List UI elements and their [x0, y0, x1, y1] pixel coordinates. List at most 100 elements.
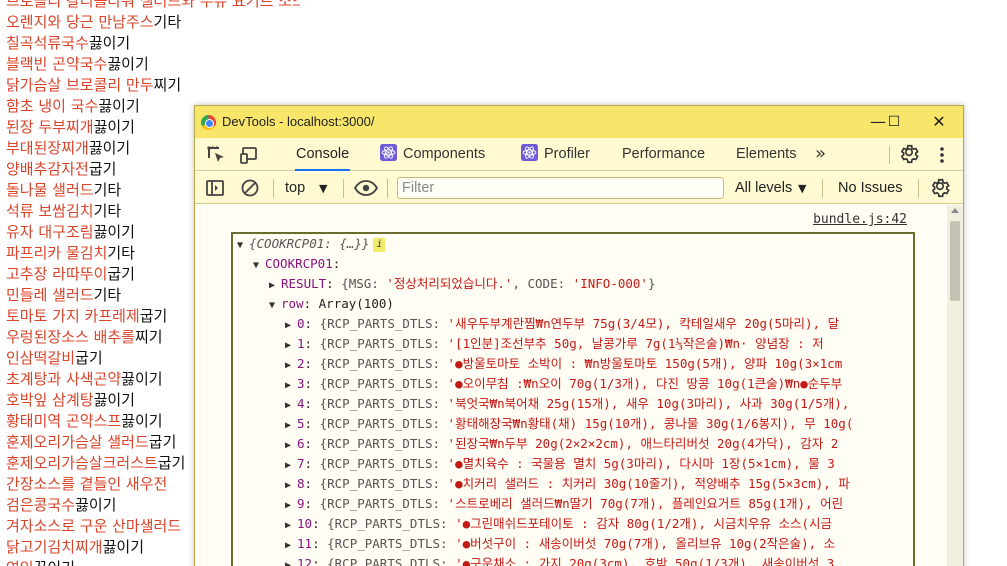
list-item[interactable]: 연잎끓이기	[6, 558, 75, 566]
recipe-name[interactable]: 닭가슴살 브로콜리 만두	[6, 76, 154, 94]
array-item-row[interactable]: ▶ 1: {RCP_PARTS_DTLS: '[1인분]조선부추 50g, 날콩가…	[285, 334, 824, 354]
scroll-up-arrow-icon[interactable]	[951, 208, 959, 213]
list-item[interactable]: 부대된장찌개끓이기	[6, 138, 130, 159]
tab-console[interactable]: Console	[295, 138, 351, 171]
collapse-triangle-icon[interactable]: ▶	[285, 436, 297, 456]
source-link[interactable]: bundle.js:42	[813, 212, 907, 227]
list-item[interactable]: 유자 대구조림끓이기	[6, 222, 135, 243]
recipe-name[interactable]: 브로콜리 갈리플라워 샐러드와 두유 요거트 소스	[6, 0, 300, 10]
tab-components[interactable]: Components	[380, 138, 485, 171]
array-item-row[interactable]: ▶ 10: {RCP_PARTS_DTLS: '●그린매쉬드포테이토 : 감자 8…	[285, 514, 832, 534]
recipe-name[interactable]: 된장 두부찌개	[6, 118, 94, 136]
list-item[interactable]: 블랙빈 곤약국수끓이기	[6, 54, 149, 75]
recipe-name[interactable]: 초계탕과 사색곤약	[6, 370, 121, 388]
collapse-triangle-icon[interactable]: ▶	[285, 536, 297, 556]
log-summary-row[interactable]: ▼ {COOKRCP01: {…}} i	[237, 234, 386, 256]
recipe-name[interactable]: 황태미역 곤약스프	[6, 412, 121, 430]
list-item[interactable]: 오렌지와 당근 만남주스기타	[6, 12, 181, 33]
list-item[interactable]: 인삼떡갈비굽기	[6, 348, 103, 369]
more-tabs-chevron-icon[interactable]: »	[815, 138, 826, 171]
collapse-triangle-icon[interactable]: ▶	[285, 496, 297, 516]
array-item-row[interactable]: ▶ 12: {RCP_PARTS_DTLS: '●구운채소 : 가지 20g(3c…	[285, 554, 834, 566]
recipe-name[interactable]: 고추장 라따뚜이	[6, 265, 107, 283]
log-levels-selector[interactable]: All levels	[735, 172, 792, 204]
array-item-row[interactable]: ▶ 9: {RCP_PARTS_DTLS: '스트로베리 샐러드₩n딸기 70g(…	[285, 494, 843, 514]
devtools-titlebar[interactable]: DevTools - localhost:3000/ — ☐ ✕	[195, 106, 963, 138]
array-item-row[interactable]: ▶ 3: {RCP_PARTS_DTLS: '●오이무침 :₩n오이 70g(1/…	[285, 374, 842, 394]
collapse-triangle-icon[interactable]: ▶	[285, 396, 297, 416]
maximize-button[interactable]: ☐	[883, 112, 905, 132]
inspect-element-icon[interactable]	[206, 145, 226, 165]
recipe-name[interactable]: 호박잎 삼계탕	[6, 391, 94, 409]
array-item-row[interactable]: ▶ 6: {RCP_PARTS_DTLS: '된장국₩n두부 20g(2×2×2c…	[285, 434, 838, 454]
recipe-name[interactable]: 민들레 샐러드	[6, 286, 94, 304]
collapse-triangle-icon[interactable]: ▶	[285, 376, 297, 396]
recipe-name[interactable]: 함초 냉이 국수	[6, 97, 98, 115]
recipe-name[interactable]: 인삼떡갈비	[6, 349, 75, 367]
console-filter-input[interactable]	[397, 177, 724, 199]
context-selector[interactable]: top	[285, 172, 305, 204]
list-item[interactable]: 간장소스를 곁들인 새우전	[6, 474, 167, 495]
array-item-row[interactable]: ▶ 5: {RCP_PARTS_DTLS: '황태해장국₩n황태(채) 15g(1…	[285, 414, 853, 434]
tab-profiler[interactable]: Profiler	[521, 138, 590, 171]
tab-performance[interactable]: Performance	[622, 138, 705, 171]
recipe-name[interactable]: 우렁된장소스 배추롤	[6, 328, 135, 346]
list-item[interactable]: 브로콜리 갈리플라워 샐러드와 두유 요거트 소스기타	[6, 0, 300, 12]
console-settings-gear-icon[interactable]	[929, 177, 951, 199]
recipe-name[interactable]: 간장소스를 곁들인 새우전	[6, 475, 167, 493]
list-item[interactable]: 파프리카 물김치기타	[6, 243, 135, 264]
list-item[interactable]: 겨자소스로 구운 산마샐러드	[6, 516, 181, 537]
log-levels-dropdown-icon[interactable]: ▼	[798, 182, 806, 195]
tab-elements[interactable]: Elements	[736, 138, 796, 171]
list-item[interactable]: 호박잎 삼계탕끓이기	[6, 390, 135, 411]
recipe-name[interactable]: 유자 대구조림	[6, 223, 94, 241]
list-item[interactable]: 고추장 라따뚜이굽기	[6, 264, 135, 285]
recipe-name[interactable]: 훈제오리가슴살 샐러드	[6, 433, 149, 451]
recipe-name[interactable]: 토마토 가지 카프레제	[6, 307, 140, 325]
tree-row-root[interactable]: ▼ COOKRCP01:	[253, 254, 340, 274]
list-item[interactable]: 훈제오리가슴살크러스트굽기	[6, 453, 185, 474]
tree-row-array[interactable]: ▼ row: Array(100)	[269, 294, 394, 314]
array-item-row[interactable]: ▶ 8: {RCP_PARTS_DTLS: '●치커리 샐러드 : 치커리 30g…	[285, 474, 850, 494]
scrollbar-thumb[interactable]	[950, 221, 960, 301]
list-item[interactable]: 초계탕과 사색곤약끓이기	[6, 369, 163, 390]
live-expression-eye-icon[interactable]	[353, 178, 379, 198]
list-item[interactable]: 토마토 가지 카프레제굽기	[6, 306, 167, 327]
expand-triangle-icon[interactable]: ▼	[253, 256, 265, 276]
list-item[interactable]: 훈제오리가슴살 샐러드굽기	[6, 432, 176, 453]
collapse-triangle-icon[interactable]: ▶	[285, 356, 297, 376]
recipe-name[interactable]: 돌나물 샐러드	[6, 181, 94, 199]
expand-triangle-icon[interactable]: ▼	[237, 236, 249, 256]
clear-console-icon[interactable]	[240, 178, 260, 198]
array-item-row[interactable]: ▶ 11: {RCP_PARTS_DTLS: '●버섯구이 : 새송이버섯 70g…	[285, 534, 835, 554]
recipe-name[interactable]: 검은콩국수	[6, 496, 75, 514]
recipe-name[interactable]: 부대된장찌개	[6, 139, 89, 157]
collapse-triangle-icon[interactable]: ▶	[285, 516, 297, 536]
recipe-name[interactable]: 파프리카 물김치	[6, 244, 107, 262]
info-badge-icon[interactable]: i	[373, 238, 386, 252]
recipe-name[interactable]: 칠곡석류국수	[6, 34, 89, 52]
more-options-kebab-icon[interactable]	[935, 145, 949, 165]
recipe-name[interactable]: 석류 보쌈김치	[6, 202, 94, 220]
list-item[interactable]: 닭가슴살 브로콜리 만두찌기	[6, 75, 181, 96]
array-item-row[interactable]: ▶ 4: {RCP_PARTS_DTLS: '북엇국₩n북어채 25g(15개),…	[285, 394, 849, 414]
settings-gear-icon[interactable]	[898, 143, 920, 165]
list-item[interactable]: 우렁된장소스 배추롤찌기	[6, 327, 163, 348]
device-toolbar-icon[interactable]	[240, 145, 260, 165]
list-item[interactable]: 칠곡석류국수끓이기	[6, 33, 130, 54]
sidebar-toggle-icon[interactable]	[205, 178, 225, 198]
list-item[interactable]: 된장 두부찌개끓이기	[6, 117, 135, 138]
collapse-triangle-icon[interactable]: ▶	[285, 416, 297, 436]
recipe-name[interactable]: 훈제오리가슴살크러스트	[6, 454, 158, 472]
collapse-triangle-icon[interactable]: ▶	[269, 276, 281, 296]
tree-row-result[interactable]: ▶ RESULT: {MSG: '정상처리되었습니다.', CODE: 'INFO…	[269, 274, 655, 294]
recipe-name[interactable]: 블랙빈 곤약국수	[6, 55, 107, 73]
issues-indicator[interactable]: No Issues	[838, 172, 902, 204]
recipe-name[interactable]: 오렌지와 당근 만남주스	[6, 13, 154, 31]
collapse-triangle-icon[interactable]: ▶	[285, 476, 297, 496]
array-item-row[interactable]: ▶ 0: {RCP_PARTS_DTLS: '새우두부계란찜₩n연두부 75g(3…	[285, 314, 839, 334]
close-button[interactable]: ✕	[928, 112, 950, 132]
list-item[interactable]: 돌나물 샐러드기타	[6, 180, 121, 201]
recipe-name[interactable]: 양배추감자전	[6, 160, 89, 178]
recipe-name[interactable]: 겨자소스로 구운 산마샐러드	[6, 517, 181, 535]
